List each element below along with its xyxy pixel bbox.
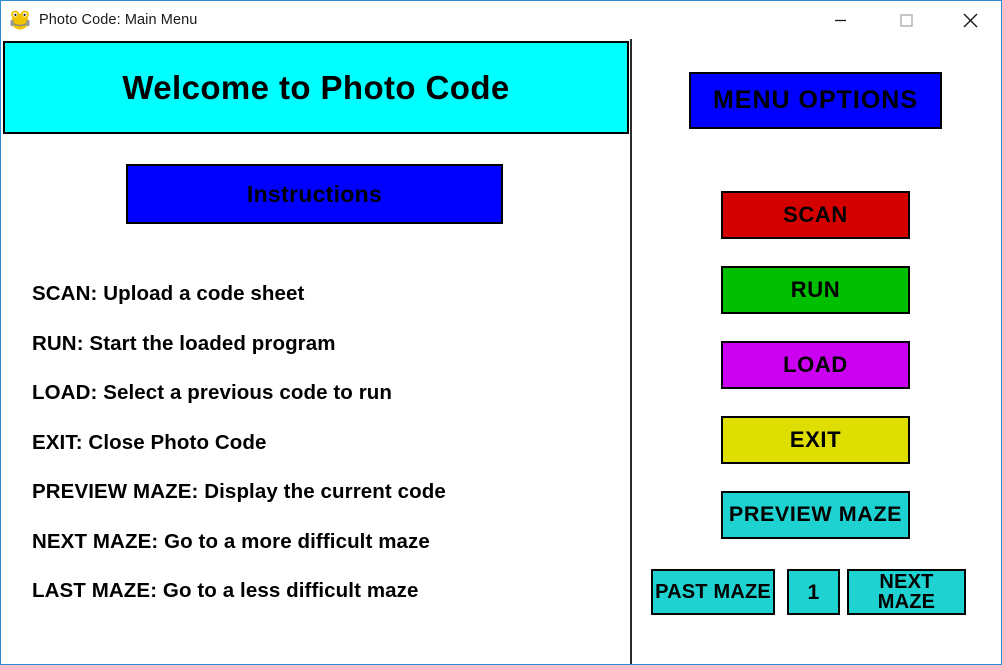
next-maze-button[interactable]: NEXT MAZE [847, 569, 966, 615]
instruction-line-next-maze: NEXT MAZE: Go to a more difficult maze [32, 529, 430, 553]
menu-options-header: MENU OPTIONS [689, 72, 942, 129]
instruction-line-run: RUN: Start the loaded program [32, 331, 336, 355]
minimize-button[interactable] [817, 1, 863, 39]
maze-number-display: 1 [787, 569, 840, 615]
maximize-button[interactable] [883, 1, 929, 39]
past-maze-button[interactable]: PAST MAZE [651, 569, 775, 615]
title-bar: Photo Code: Main Menu [1, 1, 1001, 39]
close-icon [963, 13, 977, 27]
welcome-banner: Welcome to Photo Code [3, 41, 629, 134]
instruction-line-load: LOAD: Select a previous code to run [32, 381, 393, 404]
instruction-line-preview-maze: PREVIEW MAZE: Display the current code [32, 480, 446, 503]
window-title: Photo Code: Main Menu [39, 12, 198, 28]
content-area: Welcome to Photo Code Instructions SCAN:… [2, 39, 1001, 664]
exit-button[interactable]: EXIT [721, 416, 910, 464]
maximize-icon [899, 13, 913, 27]
instruction-line-scan: SCAN: Upload a code sheet [32, 282, 305, 305]
close-button[interactable] [947, 1, 993, 39]
minimize-icon [834, 19, 846, 21]
maze-navigation-row: PAST MAZE 1 NEXT MAZE [651, 569, 966, 615]
instructions-list: SCAN: Upload a code sheet RUN: Start the… [32, 282, 612, 629]
instruction-line-exit: EXIT: Close Photo Code [32, 430, 267, 454]
preview-maze-button[interactable]: PREVIEW MAZE [721, 491, 910, 539]
app-window: Photo Code: Main Menu Welcome to Photo C… [0, 0, 1002, 665]
run-button[interactable]: RUN [721, 266, 910, 314]
load-button[interactable]: LOAD [721, 341, 910, 389]
instructions-button[interactable]: Instructions [126, 164, 503, 224]
app-frog-icon [10, 10, 30, 30]
panel-divider [630, 39, 632, 664]
scan-button[interactable]: SCAN [721, 191, 910, 239]
instruction-line-last-maze: LAST MAZE: Go to a less difficult maze [32, 579, 419, 602]
